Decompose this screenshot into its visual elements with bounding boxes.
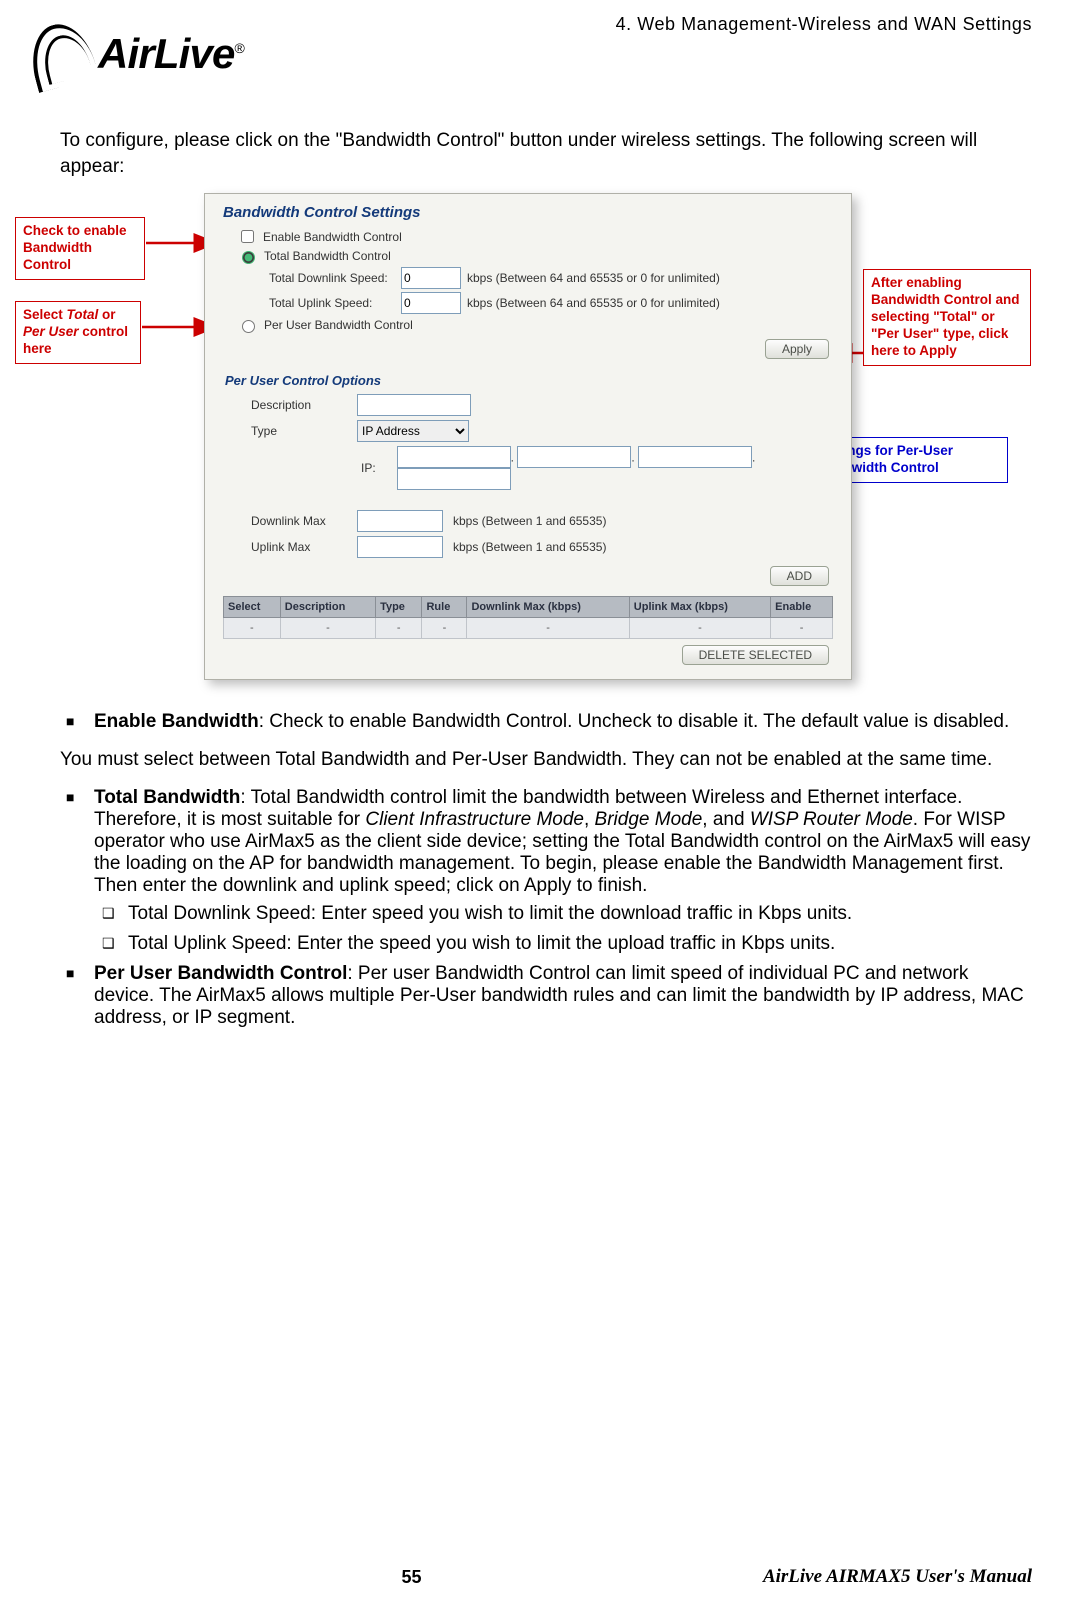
airlive-logo: AirLive®	[30, 18, 244, 86]
th-type: Type	[376, 597, 422, 618]
callout-enable: Check to enable Bandwidth Control	[15, 217, 145, 280]
logo-arcs-icon	[23, 17, 99, 93]
peruser-bandwidth-label: Per User Bandwidth Control	[264, 318, 413, 332]
subbullet-downlink-speed: Total Downlink Speed: Enter speed you wi…	[98, 903, 1032, 925]
bullet-total-bandwidth: Total Bandwidth: Total Bandwidth control…	[60, 787, 1032, 955]
total-bandwidth-label: Total Bandwidth Control	[264, 249, 391, 263]
downlink-max-label: Downlink Max	[251, 514, 347, 528]
peruser-bandwidth-radio[interactable]	[242, 320, 255, 333]
bandwidth-control-panel: Bandwidth Control Settings Enable Bandwi…	[204, 193, 852, 680]
middle-paragraph: You must select between Total Bandwidth …	[60, 747, 1032, 773]
intro-paragraph: To configure, please click on the "Bandw…	[60, 128, 1032, 179]
th-select: Select	[224, 597, 281, 618]
ip-oct-3[interactable]	[638, 446, 752, 468]
ip-label: IP:	[361, 461, 387, 475]
enable-bandwidth-checkbox[interactable]	[241, 230, 254, 243]
th-rule: Rule	[422, 597, 467, 618]
description-input[interactable]	[357, 394, 471, 416]
bullet-peruser-bandwidth: Per User Bandwidth Control: Per user Ban…	[60, 963, 1032, 1029]
apply-button[interactable]: Apply	[765, 339, 829, 359]
speed-hint-1: kbps (Between 64 and 65535 or 0 for unli…	[467, 271, 720, 285]
page-footer: 55 AirLive AIRMAX5 User's Manual	[60, 1566, 1032, 1588]
subbullet-uplink-speed: Total Uplink Speed: Enter the speed you …	[98, 933, 1032, 955]
total-uplink-label: Total Uplink Speed:	[269, 296, 395, 310]
delete-selected-button[interactable]: DELETE SELECTED	[682, 645, 829, 665]
ip-oct-1[interactable]	[397, 446, 511, 468]
description-label: Description	[251, 398, 347, 412]
th-downlink: Downlink Max (kbps)	[467, 597, 629, 618]
callout-apply-note: After enabling Bandwidth Control and sel…	[863, 269, 1031, 365]
peruser-options-title: Per User Control Options	[225, 373, 833, 388]
logo-text: AirLive®	[98, 18, 244, 78]
ip-fields: . . .	[397, 446, 833, 490]
callout-select-type: Select Total or Per User control here	[15, 301, 141, 364]
th-uplink: Uplink Max (kbps)	[629, 597, 770, 618]
type-label: Type	[251, 424, 347, 438]
max-hint-2: kbps (Between 1 and 65535)	[453, 540, 606, 554]
downlink-max-input[interactable]	[357, 510, 443, 532]
total-downlink-label: Total Downlink Speed:	[269, 271, 395, 285]
chapter-title: 4. Web Management-Wireless and WAN Setti…	[616, 14, 1032, 35]
rules-table: Select Description Type Rule Downlink Ma…	[223, 596, 833, 639]
th-description: Description	[280, 597, 375, 618]
th-enable: Enable	[771, 597, 833, 618]
footer-right: AirLive AIRMAX5 User's Manual	[763, 1566, 1032, 1588]
uplink-max-label: Uplink Max	[251, 540, 347, 554]
enable-bandwidth-label: Enable Bandwidth Control	[263, 230, 402, 244]
max-hint-1: kbps (Between 1 and 65535)	[453, 514, 606, 528]
total-downlink-input[interactable]	[401, 267, 461, 289]
add-button[interactable]: ADD	[770, 566, 829, 586]
screenshot-area: Check to enable Bandwidth Control Select…	[60, 193, 1032, 693]
uplink-max-input[interactable]	[357, 536, 443, 558]
bullet-enable-bandwidth: Enable Bandwidth: Check to enable Bandwi…	[60, 711, 1032, 733]
type-select[interactable]: IP Address	[357, 420, 469, 442]
table-row: - - - - - - -	[224, 618, 833, 639]
page-number: 55	[401, 1567, 421, 1588]
total-uplink-input[interactable]	[401, 292, 461, 314]
ip-oct-2[interactable]	[517, 446, 631, 468]
ip-oct-4[interactable]	[397, 468, 511, 490]
total-bandwidth-radio[interactable]	[242, 251, 255, 264]
panel-title: Bandwidth Control Settings	[223, 204, 833, 221]
speed-hint-2: kbps (Between 64 and 65535 or 0 for unli…	[467, 296, 720, 310]
